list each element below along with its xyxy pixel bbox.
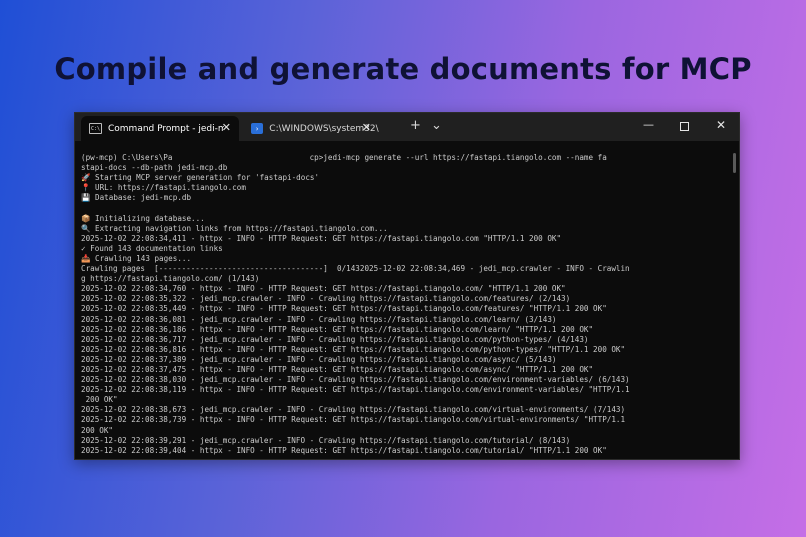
- terminal-window: C:\ Command Prompt - jedi-mcp ✕ › C:\WIN…: [74, 112, 740, 460]
- terminal-line: 2025-12-02 22:08:34,411 - httpx - INFO -…: [81, 233, 562, 243]
- terminal-line: 2025-12-02 22:08:36,186 - httpx - INFO -…: [81, 324, 594, 334]
- terminal-line: Crawling pages [------------------------…: [81, 264, 630, 274]
- terminal-line: ✓ Found 143 documentation links: [81, 243, 223, 253]
- tab-cmd-system32[interactable]: › C:\WINDOWS\system32\cmd.e ✕: [243, 116, 379, 141]
- terminal-line: 🚀 Starting MCP server generation for 'fa…: [81, 173, 320, 183]
- terminal-line: 2025-12-02 22:08:38,739 - httpx - INFO -…: [81, 415, 626, 425]
- terminal-line: 200 OK": [81, 395, 118, 405]
- minimize-button[interactable]: —: [643, 118, 654, 131]
- page-headline: Compile and generate documents for MCP: [54, 52, 752, 86]
- powershell-icon: ›: [251, 123, 264, 134]
- terminal-line: stapi-docs --db-path jedi-mcp.db: [81, 163, 228, 173]
- terminal-line: 2025-12-02 22:08:39,404 - httpx - INFO -…: [81, 445, 607, 455]
- terminal-line: 2025-12-02 22:08:38,119 - httpx - INFO -…: [81, 385, 630, 395]
- cmd-icon: C:\: [89, 123, 102, 134]
- terminal-line: 2025-12-02 22:08:34,760 - httpx - INFO -…: [81, 284, 566, 294]
- terminal-line: 📦 Initializing database...: [81, 213, 205, 223]
- maximize-button[interactable]: [680, 122, 689, 131]
- tab-label: Command Prompt - jedi-mcp: [108, 123, 224, 134]
- terminal-line: 💾 Database: jedi-mcp.db: [81, 193, 192, 203]
- terminal-line: 📍 URL: https://fastapi.tiangolo.com: [81, 183, 246, 193]
- terminal-line: 200 OK": [81, 425, 114, 435]
- close-window-button[interactable]: ✕: [716, 118, 726, 132]
- tab-dropdown-button[interactable]: ⌄: [431, 119, 442, 133]
- close-tab-icon[interactable]: ✕: [362, 121, 371, 134]
- terminal-line: 2025-12-02 22:08:38,673 - jedi_mcp.crawl…: [81, 405, 626, 415]
- terminal-line: (pw-mcp) C:\Users\Pa cp>jedi-mcp generat…: [81, 153, 607, 162]
- terminal-line: 2025-12-02 22:08:38,030 - jedi_mcp.crawl…: [81, 375, 630, 385]
- terminal-line: 2025-12-02 22:08:39,291 - jedi_mcp.crawl…: [81, 435, 571, 445]
- terminal-line: 2025-12-02 22:08:35,449 - httpx - INFO -…: [81, 304, 607, 314]
- terminal-line: 2025-12-02 22:08:37,475 - httpx - INFO -…: [81, 364, 594, 374]
- terminal-line: 📥 Crawling 143 pages...: [81, 253, 192, 263]
- terminal-line: 2025-12-02 22:08:36,816 - httpx - INFO -…: [81, 344, 626, 354]
- tab-command-prompt[interactable]: C:\ Command Prompt - jedi-mcp ✕: [81, 116, 239, 141]
- terminal-output[interactable]: (pw-mcp) C:\Users\Pa cp>jedi-mcp generat…: [81, 153, 737, 455]
- terminal-line: 2025-12-02 22:08:37,389 - jedi_mcp.crawl…: [81, 354, 557, 364]
- terminal-line: 2025-12-02 22:08:35,322 - jedi_mcp.crawl…: [81, 294, 571, 304]
- terminal-line: 2025-12-02 22:08:36,717 - jedi_mcp.crawl…: [81, 334, 589, 344]
- close-tab-icon[interactable]: ✕: [222, 121, 231, 134]
- scrollbar[interactable]: [733, 153, 736, 173]
- terminal-line: 2025-12-02 22:08:36,081 - jedi_mcp.crawl…: [81, 314, 557, 324]
- title-bar: C:\ Command Prompt - jedi-mcp ✕ › C:\WIN…: [75, 113, 739, 141]
- new-tab-button[interactable]: +: [410, 119, 421, 133]
- terminal-line: g https://fastapi.tiangolo.com/ (1/143): [81, 274, 260, 284]
- terminal-line: 🔍 Extracting navigation links from https…: [81, 223, 388, 233]
